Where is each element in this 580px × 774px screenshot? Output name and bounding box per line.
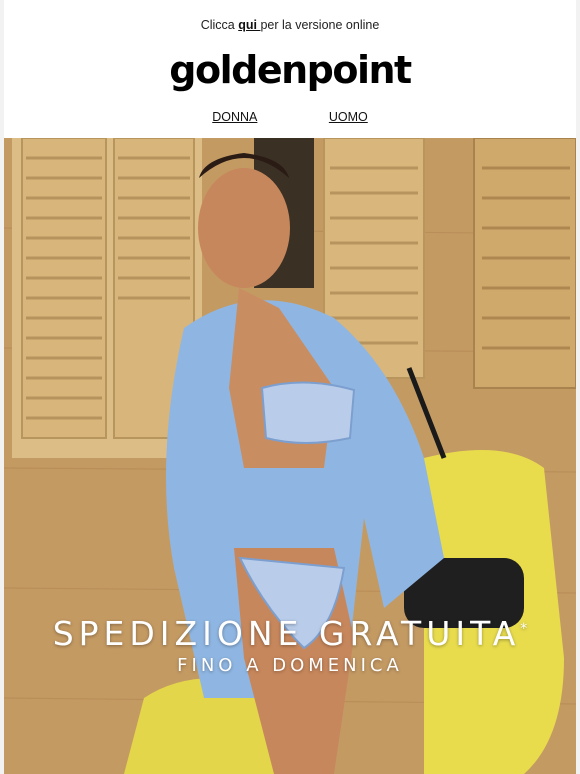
headline-text: SPEDIZIONE GRATUITA	[52, 614, 521, 653]
face	[198, 168, 290, 288]
main-nav: DONNA UOMO	[4, 110, 576, 124]
email-container: Clicca qui per la versione online golden…	[4, 0, 576, 774]
nav-link-uomo[interactable]: UOMO	[329, 110, 368, 124]
preheader-suffix: per la versione online	[260, 18, 380, 32]
hero-headline: SPEDIZIONE GRATUITA* FINO A DOMENICA	[4, 614, 576, 676]
brand-logo[interactable]: goldenpoint	[4, 48, 576, 92]
bikini-top	[260, 381, 356, 444]
headline-line-2: FINO A DOMENICA	[177, 655, 403, 676]
hero-image	[4, 138, 576, 774]
headline-line-1: SPEDIZIONE GRATUITA*	[4, 614, 576, 653]
logo-text: goldenpoint	[169, 48, 412, 92]
nav-link-donna[interactable]: DONNA	[212, 110, 257, 124]
headline-asterisk: *	[520, 621, 528, 637]
online-version-link[interactable]: qui	[238, 18, 260, 32]
preheader: Clicca qui per la versione online	[4, 18, 576, 32]
preheader-prefix: Clicca	[200, 18, 239, 32]
hero-banner[interactable]: SPEDIZIONE GRATUITA* FINO A DOMENICA	[4, 138, 576, 774]
